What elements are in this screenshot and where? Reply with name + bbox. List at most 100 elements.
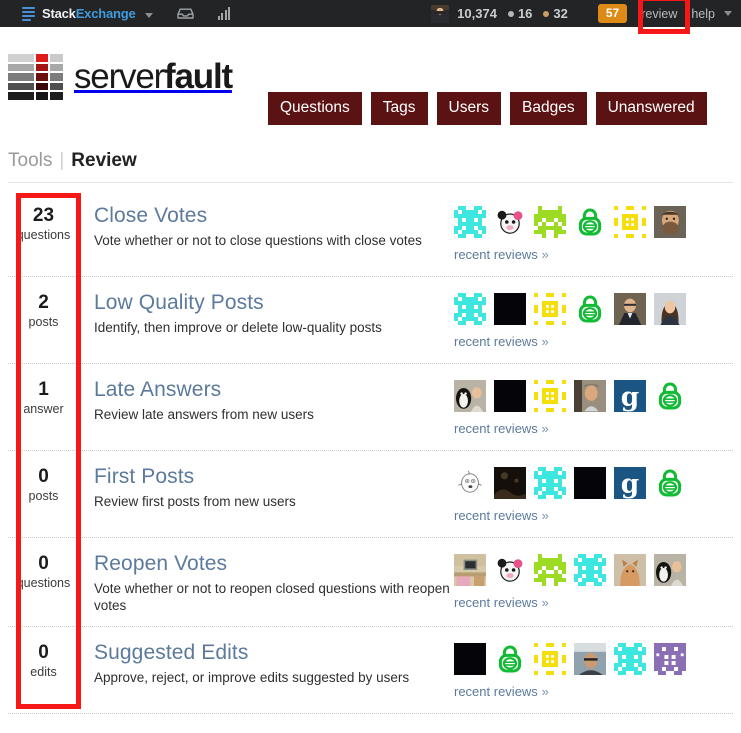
review-count-cell: 0 questions bbox=[8, 552, 80, 590]
review-count-cell: 0 posts bbox=[8, 465, 80, 503]
avatar-identicon-cyan[interactable] bbox=[454, 293, 486, 325]
avatar-identicon-green-lock[interactable] bbox=[654, 467, 686, 499]
avatar-identicon-green-lock[interactable] bbox=[574, 293, 606, 325]
review-count-badge[interactable]: 57 bbox=[597, 4, 628, 23]
avatar-identicon-green-lock[interactable] bbox=[494, 643, 526, 675]
recent-reviews-link[interactable]: recent reviews » bbox=[454, 508, 549, 523]
avatar-identicon-cyan[interactable] bbox=[454, 206, 486, 238]
breadcrumb-divider bbox=[8, 182, 733, 183]
avatar-photo-penguin-man[interactable] bbox=[654, 554, 686, 586]
avatar-photo-man-glasses[interactable] bbox=[574, 380, 606, 412]
avatar-black[interactable] bbox=[454, 643, 486, 675]
avatar-identicon-cyan[interactable] bbox=[574, 554, 606, 586]
recent-reviews-label: recent reviews bbox=[454, 684, 538, 699]
review-count-number: 0 bbox=[38, 466, 49, 487]
nav-unanswered[interactable]: Unanswered bbox=[595, 92, 707, 125]
inbox-icon[interactable] bbox=[177, 8, 194, 19]
review-count-unit: answer bbox=[23, 402, 64, 416]
avatar-identicon-cyan[interactable] bbox=[614, 643, 646, 675]
review-queue-title-reopen-votes[interactable]: Reopen Votes bbox=[94, 552, 450, 576]
nav-users[interactable]: Users bbox=[436, 92, 502, 125]
stacked-layers-icon[interactable] bbox=[22, 6, 35, 21]
recent-reviews-link[interactable]: recent reviews » bbox=[454, 247, 549, 262]
chevron-down-icon[interactable] bbox=[144, 13, 153, 18]
avatar-photo-man-car[interactable] bbox=[574, 643, 606, 675]
review-queue-title-first-posts[interactable]: First Posts bbox=[94, 465, 450, 489]
review-queue-title-low-quality-posts[interactable]: Low Quality Posts bbox=[94, 291, 450, 315]
reviewer-avatar-list bbox=[454, 206, 700, 238]
avatar-photo-man-beard[interactable] bbox=[654, 206, 686, 238]
avatar-monster-white[interactable] bbox=[454, 467, 486, 499]
nav-tags[interactable]: Tags bbox=[370, 92, 428, 125]
review-count-unit: posts bbox=[28, 315, 59, 329]
avatar-black[interactable] bbox=[494, 380, 526, 412]
recent-reviews-label: recent reviews bbox=[454, 508, 538, 523]
table-row[interactable]: 2 posts Low Quality Posts Identify, then… bbox=[8, 277, 733, 364]
avatar-identicon-yellow[interactable] bbox=[534, 380, 566, 412]
nav-questions[interactable]: Questions bbox=[268, 92, 362, 125]
site-navigation: Questions Tags Users Badges Unanswered bbox=[268, 92, 707, 125]
breadcrumb-tools-link[interactable]: Tools bbox=[8, 150, 52, 171]
review-queue-title-suggested-edits[interactable]: Suggested Edits bbox=[94, 641, 450, 665]
avatar-photo-man-suit[interactable] bbox=[614, 293, 646, 325]
table-row[interactable]: 23 questions Close Votes Vote whether or… bbox=[8, 190, 733, 277]
avatar-identicon-purple[interactable] bbox=[654, 643, 686, 675]
review-info-cell: Close Votes Vote whether or not to close… bbox=[80, 204, 450, 249]
page-title: Review bbox=[71, 150, 137, 171]
avatar-gravatar-g-logo[interactable]: g bbox=[614, 380, 646, 412]
silver-badge-count[interactable]: 16 bbox=[518, 6, 532, 21]
table-row[interactable]: 0 edits Suggested Edits Approve, reject,… bbox=[8, 627, 733, 714]
reviewer-avatar-list bbox=[454, 293, 700, 325]
avatar-identicon-green[interactable] bbox=[534, 554, 566, 586]
serverfault-logo[interactable]: serverfault bbox=[8, 54, 233, 100]
avatar-photo-computer-desk[interactable] bbox=[454, 554, 486, 586]
recent-reviews-link[interactable]: recent reviews » bbox=[454, 421, 549, 436]
avatar-photo-cat[interactable] bbox=[614, 554, 646, 586]
achievements-bar-chart-icon[interactable] bbox=[217, 7, 233, 20]
avatar-gravatar-g-logo[interactable]: g bbox=[614, 467, 646, 499]
review-queue-title-close-votes[interactable]: Close Votes bbox=[94, 204, 450, 228]
recent-reviews-link[interactable]: recent reviews » bbox=[454, 684, 549, 699]
avatar-identicon-green[interactable] bbox=[534, 206, 566, 238]
site-header: serverfault Questions Tags Users Badges … bbox=[0, 27, 741, 125]
topbar-review-link[interactable]: review bbox=[641, 7, 677, 21]
avatar-identicon-yellow[interactable] bbox=[614, 206, 646, 238]
reputation-score[interactable]: 10,374 bbox=[457, 6, 497, 21]
help-chevron-down-icon[interactable] bbox=[724, 11, 732, 16]
avatar-identicon-yellow[interactable] bbox=[534, 643, 566, 675]
avatar-cow-cartoon[interactable] bbox=[494, 554, 526, 586]
breadcrumb-separator: | bbox=[59, 150, 65, 171]
avatar-cow-cartoon[interactable] bbox=[494, 206, 526, 238]
review-count-unit: questions bbox=[16, 576, 71, 590]
avatar-black[interactable] bbox=[574, 467, 606, 499]
recent-reviews-arrow: » bbox=[541, 595, 549, 610]
stack-exchange-menu-button[interactable]: StackExchange bbox=[42, 6, 153, 21]
avatar-photo-woman[interactable] bbox=[654, 293, 686, 325]
breadcrumb: Tools | Review bbox=[8, 150, 137, 172]
review-info-cell: Suggested Edits Approve, reject, or impr… bbox=[80, 641, 450, 686]
review-queue-description: Review late answers from new users bbox=[94, 407, 314, 422]
table-row[interactable]: 0 questions Reopen Votes Vote whether or… bbox=[8, 538, 733, 627]
avatar[interactable] bbox=[431, 4, 450, 23]
avatar-identicon-green-lock[interactable] bbox=[574, 206, 606, 238]
topbar-help-link[interactable]: help bbox=[691, 7, 715, 21]
table-row[interactable]: 0 posts First Posts Review first posts f… bbox=[8, 451, 733, 538]
avatar-identicon-yellow[interactable] bbox=[534, 293, 566, 325]
review-count-number: 1 bbox=[38, 379, 49, 400]
nav-badges[interactable]: Badges bbox=[510, 92, 587, 125]
recent-reviews-link[interactable]: recent reviews » bbox=[454, 595, 549, 610]
reviewer-avatars-cell: recent reviews » bbox=[450, 552, 700, 612]
avatar-photo-penguin-man[interactable] bbox=[454, 380, 486, 412]
table-row[interactable]: 1 answer Late Answers Review late answer… bbox=[8, 364, 733, 451]
avatar-identicon-green-lock[interactable] bbox=[654, 380, 686, 412]
avatar-black[interactable] bbox=[494, 293, 526, 325]
review-count-cell: 23 questions bbox=[8, 204, 80, 242]
avatar-photo-dark[interactable] bbox=[494, 467, 526, 499]
review-queue-title-late-answers[interactable]: Late Answers bbox=[94, 378, 450, 402]
reviewer-avatars-cell: recent reviews » bbox=[450, 291, 700, 351]
network-name-exchange: Exchange bbox=[75, 6, 136, 21]
recent-reviews-link[interactable]: recent reviews » bbox=[454, 334, 549, 349]
bronze-badge-count[interactable]: 32 bbox=[553, 6, 567, 21]
reviewer-avatar-list: g bbox=[454, 467, 700, 499]
avatar-identicon-cyan[interactable] bbox=[534, 467, 566, 499]
